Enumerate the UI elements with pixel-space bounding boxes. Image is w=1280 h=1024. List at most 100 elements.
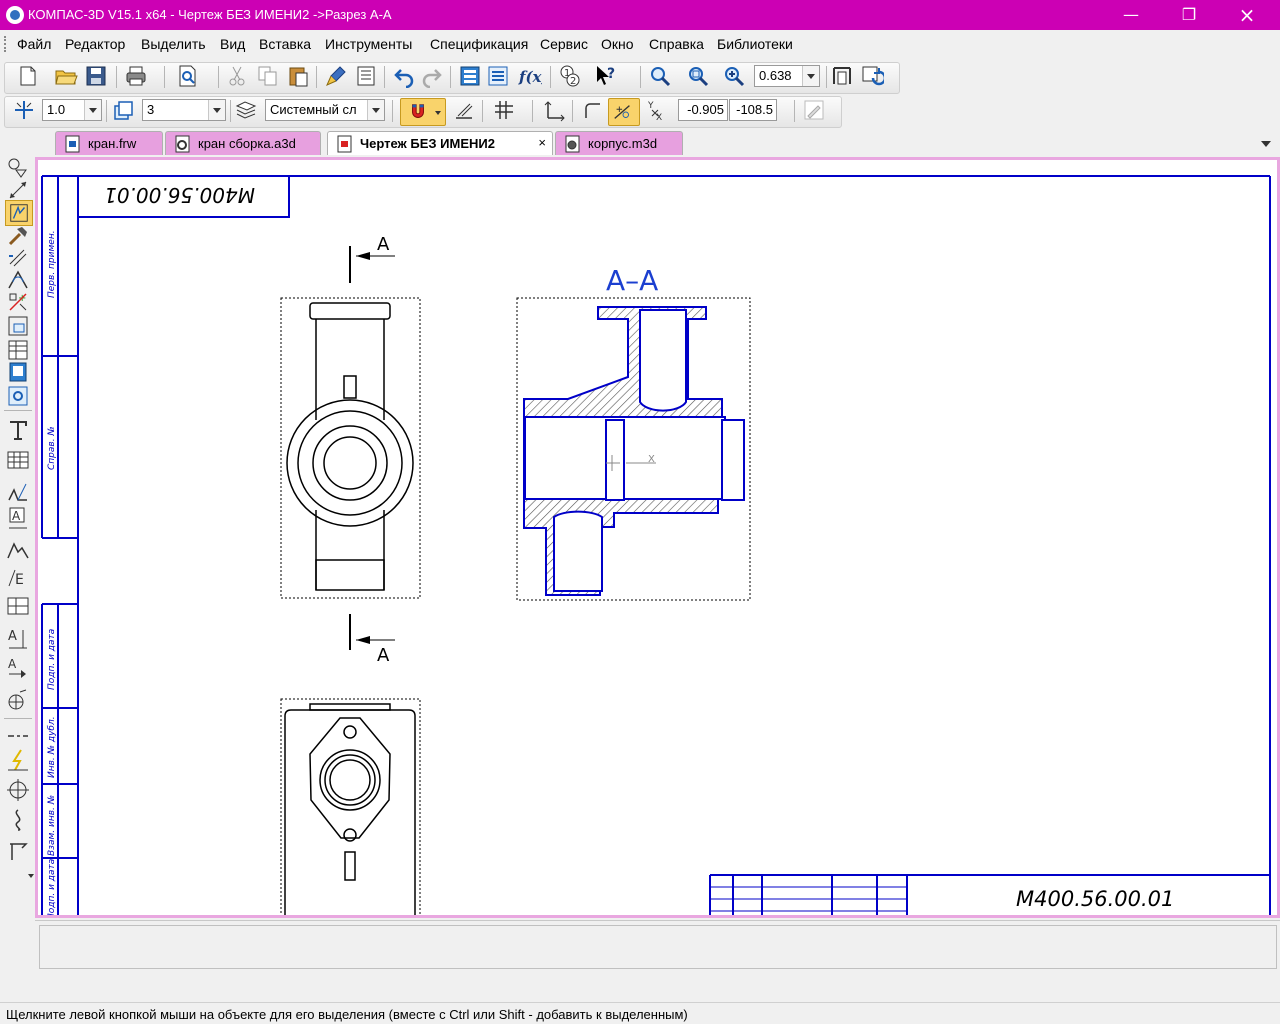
restore-button[interactable]: ❐: [1166, 0, 1212, 30]
layer-combo[interactable]: 3: [142, 99, 226, 121]
pan-icon[interactable]: [830, 64, 854, 88]
tab-korpus-part[interactable]: корпус.m3d: [555, 131, 683, 155]
kompas-logo-icon: [6, 6, 24, 24]
zoom-in-icon[interactable]: [722, 64, 746, 88]
tab-kran-assembly[interactable]: кран сборка.a3d: [165, 131, 321, 155]
tolerance-icon[interactable]: E: [6, 566, 30, 590]
chevron-down-icon[interactable]: [802, 66, 819, 86]
coord-x-field[interactable]: -0.905: [678, 99, 728, 121]
toolbar-separator: [794, 100, 795, 122]
snap-toggle-button[interactable]: [400, 98, 446, 126]
associative-views-icon[interactable]: [6, 314, 30, 338]
menu-edit[interactable]: Редактор: [65, 36, 125, 52]
round-icon[interactable]: [580, 98, 604, 122]
grid-icon[interactable]: [492, 98, 516, 122]
menu-window[interactable]: Окно: [601, 36, 634, 52]
manager-icon[interactable]: [458, 64, 482, 88]
geometry-icon[interactable]: [6, 156, 30, 180]
style-combo[interactable]: Системный сл: [265, 99, 385, 121]
base-icon[interactable]: [6, 538, 30, 562]
menu-libraries[interactable]: Библиотеки: [717, 36, 793, 52]
print-preview-icon[interactable]: [176, 64, 200, 88]
mark-icon[interactable]: [6, 688, 30, 712]
drawing-sheet[interactable]: Перв. примен. Справ. № Подп. и дата Инв.…: [38, 160, 1277, 915]
layers-icon[interactable]: [112, 98, 136, 122]
insertions-icon[interactable]: [6, 384, 30, 408]
minimize-button[interactable]: —: [1108, 0, 1154, 30]
chevron-down-icon[interactable]: [367, 100, 384, 120]
table-tool-icon[interactable]: [6, 448, 30, 472]
chevron-down-icon[interactable]: [208, 100, 225, 120]
leader-text-icon[interactable]: A: [6, 506, 30, 530]
print-icon[interactable]: [124, 64, 148, 88]
local-cs-icon[interactable]: [542, 98, 566, 122]
roughness-icon[interactable]: [6, 480, 30, 504]
section-line-icon[interactable]: [6, 838, 30, 862]
close-tab-icon[interactable]: ×: [538, 135, 546, 150]
copy-properties-icon[interactable]: [324, 64, 348, 88]
wave-line-icon[interactable]: [6, 808, 30, 832]
zoom-level-combo[interactable]: 0.638: [754, 65, 820, 87]
close-button[interactable]: ×: [1224, 0, 1270, 30]
snap-dropdown-arrow[interactable]: [435, 111, 441, 115]
zoom-all-icon[interactable]: [686, 64, 710, 88]
properties-list-icon[interactable]: [354, 64, 378, 88]
view-arrow-icon[interactable]: A: [6, 656, 30, 680]
parameters-icon[interactable]: [486, 64, 510, 88]
undo-icon[interactable]: [392, 64, 416, 88]
position-icon[interactable]: A: [6, 626, 30, 650]
line-scale-combo[interactable]: 1.0: [42, 99, 102, 121]
panel-overflow-arrow[interactable]: [28, 874, 34, 878]
cut-icon[interactable]: [226, 64, 250, 88]
select-icon[interactable]: +: [6, 290, 30, 314]
front-view[interactable]: [280, 297, 421, 599]
report-icon[interactable]: [6, 360, 30, 384]
redraw-icon[interactable]: [802, 98, 826, 122]
save-icon[interactable]: [84, 64, 108, 88]
menu-select[interactable]: Выделить: [141, 36, 206, 52]
measure-icon[interactable]: [6, 268, 30, 292]
margin-label-first-use: Перв. примен.: [47, 230, 57, 298]
editing-hammer-icon[interactable]: [6, 224, 30, 248]
section-view[interactable]: [516, 297, 751, 601]
open-folder-icon[interactable]: [54, 64, 78, 88]
center-mark-icon[interactable]: [6, 778, 30, 802]
variables-fx-icon[interactable]: f(x): [518, 64, 542, 88]
tab-list-dropdown[interactable]: [1261, 141, 1271, 147]
menu-specification[interactable]: Спецификация: [430, 36, 528, 52]
menu-file[interactable]: Файл: [17, 36, 51, 52]
axis-line-icon[interactable]: [6, 724, 30, 748]
zoom-window-icon[interactable]: [648, 64, 672, 88]
tab-label: Чертеж БЕЗ ИМЕНИ2: [360, 136, 495, 151]
coord-y-field[interactable]: -108.5: [729, 99, 777, 121]
reorder-icon[interactable]: 12: [558, 64, 582, 88]
top-view[interactable]: [280, 698, 421, 915]
designations-button[interactable]: [5, 200, 33, 226]
dimensions-icon[interactable]: [6, 178, 30, 202]
view-style-icon[interactable]: [234, 98, 258, 122]
ortho-snap-toggle[interactable]: [608, 98, 640, 126]
break-line-icon[interactable]: [6, 748, 30, 772]
tab-drawing-active[interactable]: Чертеж БЕЗ ИМЕНИ2 ×: [327, 131, 553, 155]
redo-icon[interactable]: [420, 64, 444, 88]
menu-tools[interactable]: Инструменты: [325, 36, 412, 52]
new-document-icon[interactable]: [16, 64, 40, 88]
paste-icon[interactable]: [286, 64, 310, 88]
menu-view[interactable]: Вид: [220, 36, 245, 52]
refresh-view-icon[interactable]: [860, 64, 884, 88]
text-tool-icon[interactable]: [6, 418, 30, 442]
menu-insert[interactable]: Вставка: [259, 36, 311, 52]
parametrization-icon[interactable]: [6, 246, 30, 270]
menu-help[interactable]: Справка: [649, 36, 704, 52]
spec-table-icon[interactable]: [6, 338, 30, 362]
snap-step-icon[interactable]: [12, 98, 36, 122]
tab-kran-frw[interactable]: кран.frw: [55, 131, 163, 155]
menu-service[interactable]: Сервис: [540, 36, 588, 52]
ortho-mode-icon[interactable]: [452, 98, 476, 122]
context-help-icon[interactable]: ?: [594, 64, 618, 88]
copy-icon[interactable]: [256, 64, 280, 88]
drawing-canvas[interactable]: Перв. примен. Справ. № Подп. и дата Инв.…: [38, 160, 1277, 915]
margin-label-sign-date-2: Подп. и дата: [47, 859, 57, 915]
frame-icon[interactable]: [6, 594, 30, 618]
chevron-down-icon[interactable]: [84, 100, 101, 120]
